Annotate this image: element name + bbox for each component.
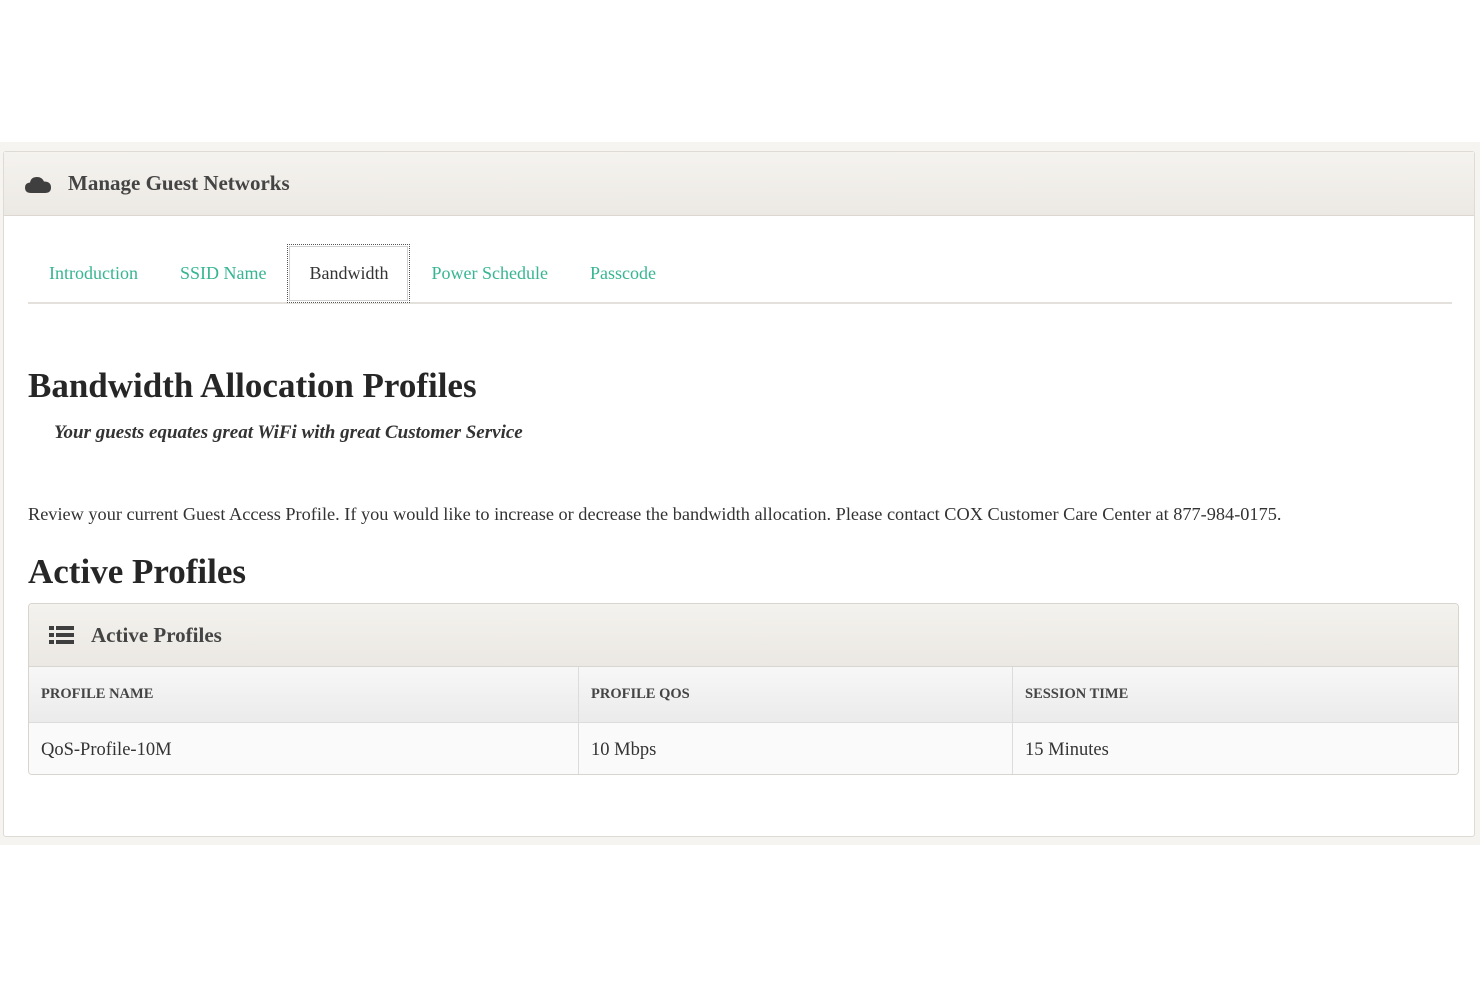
tab-bandwidth[interactable]: Bandwidth: [287, 243, 411, 303]
manage-guest-networks-panel: Manage Guest Networks Introduction SSID …: [3, 151, 1475, 837]
active-profiles-heading: Active Profiles: [28, 552, 247, 591]
description-text: Review your current Guest Access Profile…: [28, 504, 1282, 524]
page-title: Bandwidth Allocation Profiles: [28, 366, 477, 405]
cell-profile-qos: 10 Mbps: [578, 722, 1013, 774]
tab-passcode[interactable]: Passcode: [569, 244, 677, 302]
table-header-row: PROFILE NAME PROFILE QOS SESSION TIME: [29, 667, 1458, 723]
column-header-session-time: SESSION TIME: [1012, 667, 1458, 723]
table-row: QoS-Profile-10M 10 Mbps 15 Minutes: [29, 722, 1458, 774]
tab-power-schedule[interactable]: Power Schedule: [410, 244, 568, 302]
page-subtitle: Your guests equates great WiFi with grea…: [54, 422, 523, 443]
profiles-table: PROFILE NAME PROFILE QOS SESSION TIME Qo…: [29, 667, 1458, 774]
cloud-icon: [24, 173, 52, 195]
tab-ssid-name[interactable]: SSID Name: [159, 244, 288, 302]
active-profiles-box: Active Profiles PROFILE NAME PROFILE QOS…: [28, 603, 1459, 775]
column-header-profile-qos: PROFILE QOS: [578, 667, 1013, 723]
column-header-profile-name: PROFILE NAME: [29, 667, 579, 723]
active-profiles-box-header: Active Profiles: [29, 604, 1458, 667]
cell-profile-name: QoS-Profile-10M: [29, 722, 579, 774]
cell-session-time: 15 Minutes: [1012, 722, 1458, 774]
panel-title: Manage Guest Networks: [68, 171, 290, 195]
list-icon: [49, 625, 75, 645]
panel-header: Manage Guest Networks: [4, 152, 1474, 216]
tab-bar: Introduction SSID Name Bandwidth Power S…: [28, 243, 1452, 304]
active-profiles-box-title: Active Profiles: [91, 622, 222, 647]
tab-introduction[interactable]: Introduction: [28, 244, 159, 302]
